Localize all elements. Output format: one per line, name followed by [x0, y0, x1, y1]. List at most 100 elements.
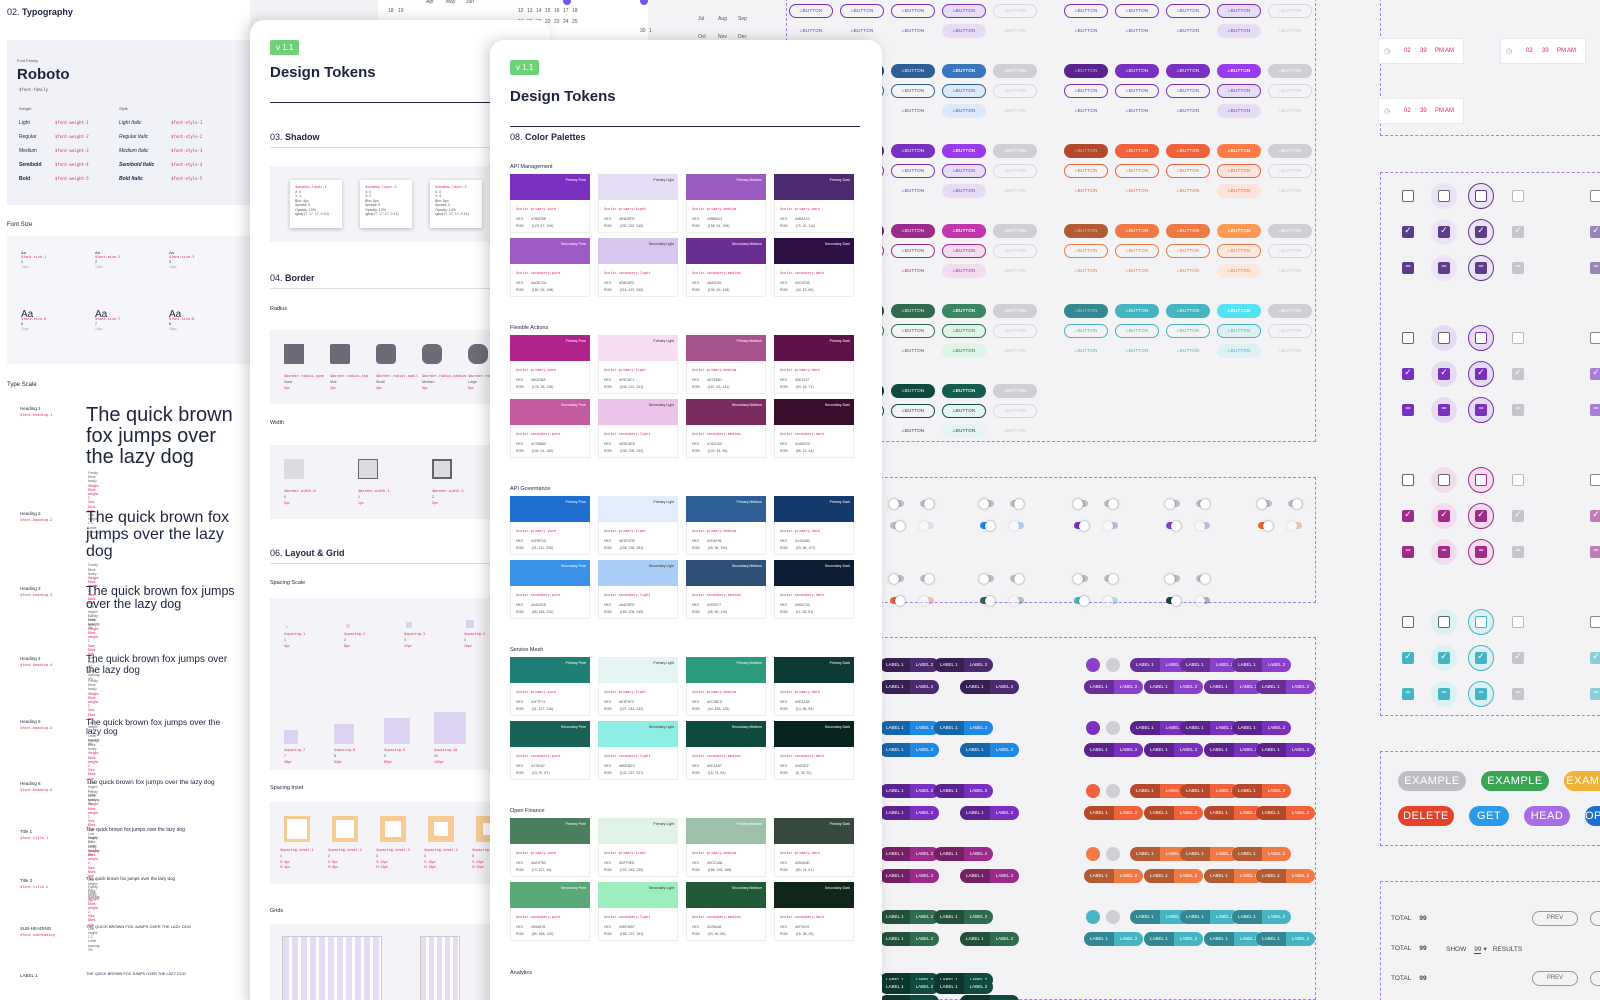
segment-label-1[interactable]: LABEL 1	[880, 784, 910, 798]
button[interactable]: BUTTON	[1217, 244, 1261, 258]
segmented-control[interactable]: LABEL 1LABEL 2	[1204, 932, 1264, 946]
toggle-off[interactable]	[979, 498, 994, 509]
segment-label-2[interactable]: LABEL 2	[910, 869, 940, 883]
segment-label-1[interactable]: LABEL 1	[934, 980, 964, 994]
button[interactable]: BUTTON	[1064, 224, 1108, 238]
button[interactable]: BUTTON	[891, 404, 935, 418]
segment-label-2[interactable]: LABEL 2	[910, 680, 940, 694]
button[interactable]: BUTTON	[789, 4, 833, 18]
segmented-control[interactable]: LABEL 1LABEL 2	[1180, 658, 1240, 672]
button[interactable]: BUTTON	[1064, 304, 1108, 318]
segment-label-1[interactable]: LABEL 1	[1204, 806, 1234, 820]
toggle-off[interactable]	[920, 498, 934, 509]
time-hour[interactable]: 02	[1404, 48, 1411, 54]
button[interactable]: BUTTON	[1166, 344, 1210, 358]
segmented-control[interactable]: LABEL 1LABEL 2	[880, 910, 940, 924]
button[interactable]: BUTTON	[1166, 224, 1210, 238]
segment-label-1[interactable]: LABEL 1	[934, 910, 964, 924]
button[interactable]: BUTTON	[1115, 4, 1159, 18]
toggle-on[interactable]	[890, 520, 905, 531]
time-picker[interactable]: ◷ 02:39 PM AM	[1500, 38, 1586, 64]
button[interactable]: BUTTON	[942, 104, 986, 118]
toggle-on[interactable]	[1166, 520, 1181, 531]
segment-label-2[interactable]: LABEL 2	[1174, 932, 1204, 946]
segment-label-2[interactable]: LABEL 2	[910, 932, 940, 946]
segmented-control[interactable]: LABEL 1LABEL 2	[960, 680, 1020, 694]
button[interactable]: BUTTON	[891, 304, 935, 318]
button[interactable]: BUTTON	[1217, 264, 1261, 278]
segmented-control[interactable]: LABEL 1LABEL 2	[880, 680, 940, 694]
segment-label-2[interactable]: LABEL 2	[1262, 847, 1292, 861]
button[interactable]: BUTTON	[1166, 324, 1210, 338]
segment-label-2[interactable]: LABEL 2	[1174, 806, 1204, 820]
button[interactable]: BUTTON	[1166, 164, 1210, 178]
button[interactable]: BUTTON	[1217, 164, 1261, 178]
button[interactable]: BUTTON	[942, 264, 986, 278]
button[interactable]: BUTTON	[891, 104, 935, 118]
segmented-control[interactable]: LABEL 1LABEL 2	[934, 847, 994, 861]
toggle-off[interactable]	[889, 573, 904, 584]
checkbox-empty[interactable]	[1402, 474, 1414, 486]
button[interactable]: BUTTON	[1064, 24, 1108, 38]
segment-label-2[interactable]: LABEL 2	[1286, 869, 1316, 883]
button[interactable]: BUTTON	[1115, 64, 1159, 78]
checkbox-hover[interactable]	[1438, 616, 1450, 628]
toggle-off[interactable]	[1257, 498, 1272, 509]
checkbox-empty[interactable]	[1402, 616, 1414, 628]
segment-label-1[interactable]: LABEL 1	[1084, 680, 1114, 694]
time-minute[interactable]: 39	[1420, 108, 1427, 114]
segment-label-1[interactable]: LABEL 1	[960, 743, 990, 757]
button[interactable]: BUTTON	[1115, 164, 1159, 178]
button[interactable]: BUTTON	[891, 84, 935, 98]
button[interactable]: BUTTON	[1217, 24, 1261, 38]
segmented-control[interactable]: LABEL 1LABEL 2	[1144, 680, 1204, 694]
button[interactable]: BUTTON	[1217, 64, 1261, 78]
button[interactable]: BUTTON	[1166, 104, 1210, 118]
button[interactable]: BUTTON	[1166, 4, 1210, 18]
segment-label-1[interactable]: LABEL 1	[1130, 910, 1160, 924]
prev-button[interactable]: PREV	[1532, 911, 1578, 926]
calendar-selected-day[interactable]	[640, 0, 648, 5]
segment-label-1[interactable]: LABEL 1	[1256, 743, 1286, 757]
segment-arrow-button[interactable]	[1086, 784, 1100, 798]
segment-label-1[interactable]: LABEL 1	[934, 784, 964, 798]
time-pm[interactable]: PM	[1557, 48, 1566, 54]
segment-label-1[interactable]: LABEL 1	[1144, 806, 1174, 820]
button[interactable]: BUTTON	[891, 424, 935, 438]
toggle-off[interactable]	[979, 573, 994, 584]
time-minute[interactable]: 39	[1420, 48, 1427, 54]
toggle-on[interactable]	[1103, 520, 1118, 531]
checkbox-partial[interactable]	[1590, 332, 1600, 344]
segment-label-2[interactable]: LABEL 2	[1174, 743, 1204, 757]
toggle-on[interactable]	[1103, 595, 1118, 606]
segment-label-2[interactable]: LABEL 2	[1114, 743, 1144, 757]
button[interactable]: BUTTON	[1064, 324, 1108, 338]
segment-label-2[interactable]: LABEL 2	[1114, 806, 1144, 820]
segment-label-1[interactable]: LABEL 1	[960, 995, 990, 1000]
segment-label-1[interactable]: LABEL 1	[1084, 869, 1114, 883]
segmented-control[interactable]: LABEL 1LABEL 2	[1232, 910, 1292, 924]
segment-label-2[interactable]: LABEL 2	[990, 743, 1020, 757]
button[interactable]: BUTTON	[942, 64, 986, 78]
segment-arrow-button[interactable]	[1086, 910, 1100, 924]
button[interactable]: BUTTON	[1115, 304, 1159, 318]
segment-label-1[interactable]: LABEL 1	[880, 910, 910, 924]
segment-label-1[interactable]: LABEL 1	[1256, 680, 1286, 694]
time-hour[interactable]: 02	[1404, 108, 1411, 114]
toggle-on[interactable]	[1195, 595, 1210, 606]
segmented-control[interactable]: LABEL 1LABEL 2	[880, 847, 940, 861]
button[interactable]: BUTTON	[942, 384, 986, 398]
segmented-control[interactable]: LABEL 1LABEL 2	[1204, 806, 1264, 820]
segmented-control[interactable]: LABEL 1LABEL 2	[880, 980, 940, 994]
segmented-control[interactable]: LABEL 1LABEL 2	[1144, 743, 1204, 757]
segment-label-2[interactable]: LABEL 2	[964, 784, 994, 798]
segmented-control[interactable]: LABEL 1LABEL 2	[880, 806, 940, 820]
button[interactable]: BUTTON	[1217, 184, 1261, 198]
button[interactable]: BUTTON	[1217, 304, 1261, 318]
segment-label-1[interactable]: LABEL 1	[1180, 847, 1210, 861]
button[interactable]: BUTTON	[1064, 164, 1108, 178]
button[interactable]: BUTTON	[1115, 244, 1159, 258]
segment-label-1[interactable]: LABEL 1	[1084, 932, 1114, 946]
segment-label-2[interactable]: LABEL 2	[1262, 721, 1292, 735]
segment-label-1[interactable]: LABEL 1	[880, 806, 910, 820]
